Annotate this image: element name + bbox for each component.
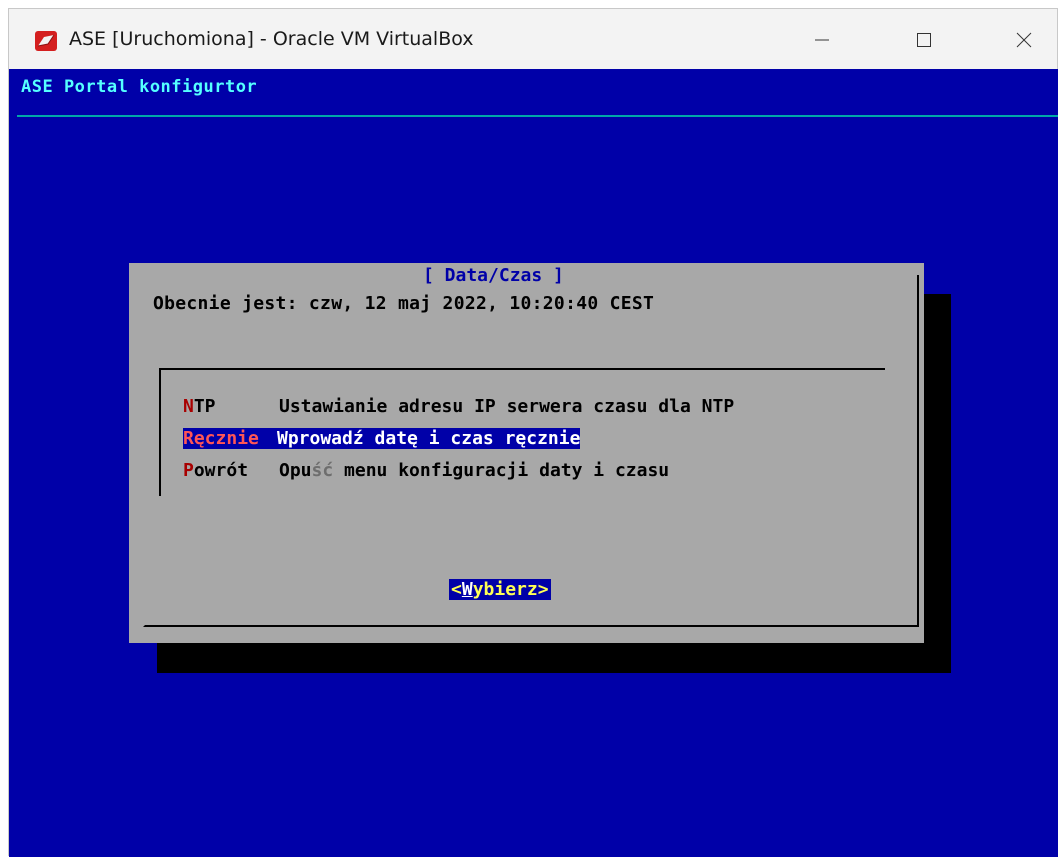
close-icon <box>1016 32 1032 48</box>
title-bar[interactable]: ASE [Uruchomiona] - Oracle VM VirtualBox <box>9 9 1057 71</box>
menu-frame: NTP Ustawianie adresu IP serwera czasu dl… <box>159 368 885 496</box>
header-divider <box>17 115 1058 117</box>
dialog-title: [ Data/Czas ] <box>421 265 566 286</box>
minimize-button[interactable] <box>799 21 845 59</box>
select-button[interactable]: <Wybierz> <box>449 579 551 600</box>
menu-item-powrot[interactable]: Powrót Opuść menu konfiguracji daty i cza… <box>183 460 669 488</box>
vm-console-screen[interactable]: ASE Portal konfigurtor [ Data/Czas ] Obe… <box>9 69 1058 857</box>
menu-item-description: Opuść menu konfiguracji daty i czasu <box>279 460 670 481</box>
menu-item-tag: NTP <box>183 396 216 417</box>
menu-item-tag: Ręcznie <box>183 428 277 449</box>
maximize-icon <box>917 33 931 47</box>
maximize-button[interactable] <box>901 21 947 59</box>
menu-item-ntp[interactable]: NTP Ustawianie adresu IP serwera czasu dl… <box>183 396 734 424</box>
console-header: ASE Portal konfigurtor <box>21 77 258 97</box>
window-title: ASE [Uruchomiona] - Oracle VM VirtualBox <box>69 28 474 50</box>
menu-item-description: Ustawianie adresu IP serwera czasu dla N… <box>279 396 735 417</box>
minimize-icon <box>815 39 829 41</box>
menu-item-tag: Powrót <box>183 460 249 481</box>
close-button[interactable] <box>1001 21 1047 59</box>
current-datetime-text: Obecnie jest: czw, 12 maj 2022, 10:20:40… <box>153 293 655 314</box>
virtualbox-window: ASE [Uruchomiona] - Oracle VM VirtualBox… <box>8 8 1058 857</box>
menu-item-description: Wprowadź datę i czas ręcznie <box>277 428 581 449</box>
virtualbox-icon <box>35 31 57 51</box>
menu-item-recznie[interactable]: Ręcznie Wprowadź datę i czas ręcznie <box>183 428 581 456</box>
date-time-dialog: [ Data/Czas ] Obecnie jest: czw, 12 maj … <box>129 263 924 643</box>
